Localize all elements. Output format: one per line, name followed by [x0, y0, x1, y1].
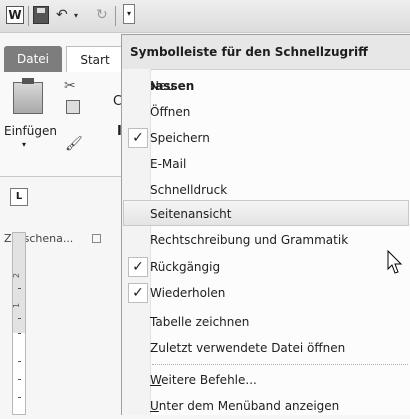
- menu-item-label: Unter dem Menüband anzeigen: [150, 399, 340, 413]
- ruler-tick: [18, 318, 21, 319]
- ruler-tick: [18, 361, 21, 362]
- ribbon-tabs: Datei Start: [0, 46, 130, 72]
- toolbar-separator: [28, 6, 29, 26]
- menu-item-weitere-befehle[interactable]: Weitere Befehle...: [123, 367, 409, 393]
- redo-icon[interactable]: ↻: [96, 6, 108, 24]
- menu-item-label: Rückgängig: [150, 260, 221, 274]
- paste-dropdown-icon[interactable]: ▾: [22, 140, 26, 149]
- undo-dropdown-icon[interactable]: ▾: [74, 6, 78, 24]
- save-icon[interactable]: [33, 6, 49, 24]
- checkmark-icon: ✓: [128, 257, 148, 277]
- mouse-pointer-icon: [387, 250, 403, 274]
- word-app-icon[interactable]: W: [6, 6, 24, 24]
- customize-qat-menu: Symbolleiste für den Schnellzugriff anpa…: [121, 34, 410, 415]
- customize-qat-button[interactable]: ▾: [123, 4, 135, 24]
- ruler-tick: [18, 288, 21, 289]
- menu-item-unter-menueband[interactable]: Unter dem Menüband anzeigen: [123, 393, 409, 419]
- menu-item-label: Speichern: [150, 131, 210, 145]
- ruler-tick: [18, 379, 21, 380]
- paste-button-label[interactable]: Einfügen: [4, 124, 57, 138]
- menu-item-label: E-Mail: [150, 157, 187, 171]
- tab-start[interactable]: Start: [66, 46, 124, 72]
- ruler-tick: [18, 333, 21, 334]
- copy-icon[interactable]: [66, 100, 80, 114]
- undo-icon[interactable]: ↶: [56, 6, 68, 24]
- menu-item-label: Zuletzt verwendete Datei öffnen: [150, 341, 346, 355]
- toolbar-separator: [115, 6, 116, 26]
- menu-item-wiederholen[interactable]: ✓ Wiederholen: [123, 280, 409, 306]
- menu-item-label: Seitenansicht: [150, 207, 232, 221]
- menu-item-oeffnen[interactable]: Öffnen: [123, 99, 409, 125]
- menu-item-email[interactable]: E-Mail: [123, 151, 409, 177]
- menu-divider: [152, 364, 408, 365]
- paste-icon[interactable]: [13, 78, 43, 114]
- vertical-ruler[interactable]: 2 1: [12, 232, 26, 415]
- cut-icon[interactable]: ✂: [64, 78, 76, 94]
- menu-item-neu[interactable]: Neu: [123, 73, 409, 99]
- dialog-launcher-icon[interactable]: [92, 234, 101, 243]
- quick-access-toolbar: W ↶ ▾ ↻ ▾: [0, 0, 410, 33]
- tab-datei[interactable]: Datei: [4, 46, 62, 72]
- menu-item-label: Öffnen: [150, 105, 191, 119]
- ruler-number: 1: [12, 302, 22, 309]
- menu-item-label: Tabelle zeichnen: [150, 315, 250, 329]
- menu-item-zuletzt-verwendet[interactable]: Zuletzt verwendete Datei öffnen: [123, 335, 409, 361]
- checkmark-icon: ✓: [128, 128, 148, 148]
- ruler-tick: [18, 397, 21, 398]
- menu-item-label: Neu: [150, 79, 174, 93]
- ribbon-clipboard-group: ✂ 🖌 Einfügen ▾ C I Zwischena...: [0, 72, 125, 245]
- menu-item-label: Rechtschreibung und Grammatik: [150, 233, 349, 247]
- menu-item-seitenansicht[interactable]: Seitenansicht: [123, 200, 409, 226]
- menu-item-speichern[interactable]: ✓ Speichern: [123, 125, 409, 151]
- menu-item-rueckgaengig[interactable]: ✓ Rückgängig: [123, 254, 409, 280]
- menu-item-rechtschreibung[interactable]: Rechtschreibung und Grammatik: [123, 227, 409, 253]
- menu-header: Symbolleiste für den Schnellzugriff anpa…: [122, 35, 410, 93]
- menu-item-label: Wiederholen: [150, 286, 226, 300]
- format-painter-icon[interactable]: 🖌: [65, 136, 83, 152]
- menu-item-tabelle-zeichnen[interactable]: Tabelle zeichnen: [123, 309, 409, 335]
- checkmark-icon: ✓: [128, 283, 148, 303]
- menu-item-label: Weitere Befehle...: [150, 373, 257, 387]
- tab-selector[interactable]: L: [10, 188, 28, 206]
- ruler-number: 2: [12, 272, 22, 279]
